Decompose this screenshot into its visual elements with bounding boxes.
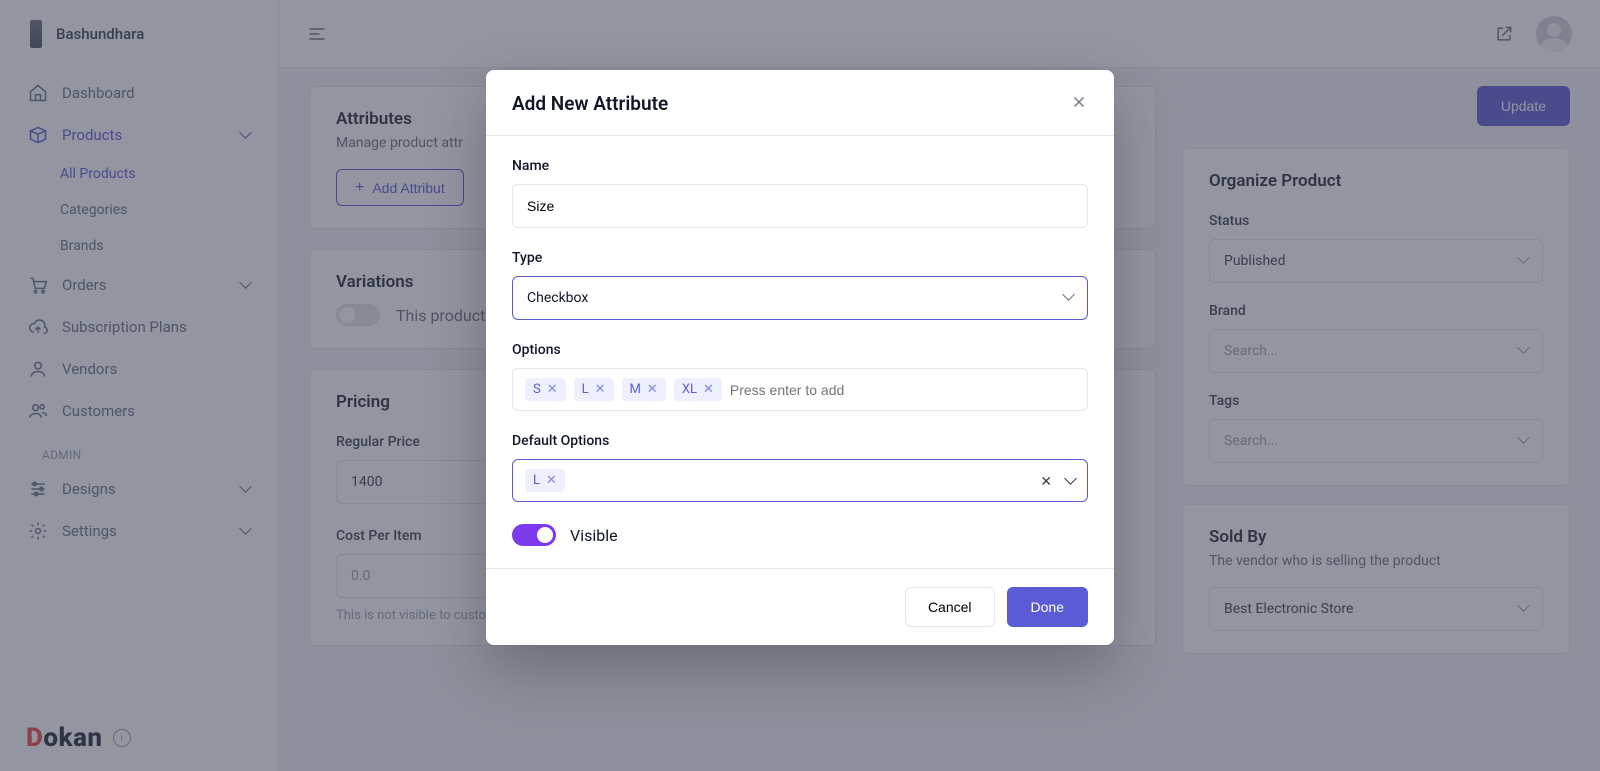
option-chip-xl[interactable]: XL✕ <box>674 378 722 401</box>
modal-overlay: Add New Attribute Name Type Checkbox Opt… <box>0 0 1600 771</box>
options-label: Options <box>512 342 1088 358</box>
option-chip-l[interactable]: L✕ <box>574 378 614 401</box>
remove-chip-icon: ✕ <box>595 382 606 397</box>
remove-chip-icon: ✕ <box>547 382 558 397</box>
options-text-input[interactable] <box>730 382 1075 398</box>
chevron-down-icon <box>1064 290 1073 306</box>
visible-toggle[interactable] <box>512 524 556 546</box>
default-chip-l[interactable]: L✕ <box>525 469 565 492</box>
chevron-down-icon[interactable] <box>1066 471 1075 490</box>
remove-chip-icon: ✕ <box>647 382 658 397</box>
type-value: Checkbox <box>527 290 588 306</box>
default-options-select[interactable]: L✕ <box>512 459 1088 502</box>
remove-chip-icon: ✕ <box>546 473 557 488</box>
options-input[interactable]: S✕ L✕ M✕ XL✕ <box>512 368 1088 411</box>
close-icon[interactable] <box>1070 93 1088 115</box>
remove-chip-icon: ✕ <box>703 382 714 397</box>
default-options-label: Default Options <box>512 433 1088 449</box>
name-label: Name <box>512 158 1088 174</box>
clear-icon[interactable] <box>1040 471 1052 490</box>
option-chip-m[interactable]: M✕ <box>622 378 666 401</box>
cancel-button[interactable]: Cancel <box>905 587 995 627</box>
modal-title: Add New Attribute <box>512 92 668 115</box>
option-chip-s[interactable]: S✕ <box>525 378 566 401</box>
visible-label: Visible <box>570 526 618 545</box>
name-input[interactable] <box>512 184 1088 228</box>
add-attribute-modal: Add New Attribute Name Type Checkbox Opt… <box>486 70 1114 645</box>
type-select[interactable]: Checkbox <box>512 276 1088 320</box>
done-button[interactable]: Done <box>1007 587 1088 627</box>
type-label: Type <box>512 250 1088 266</box>
